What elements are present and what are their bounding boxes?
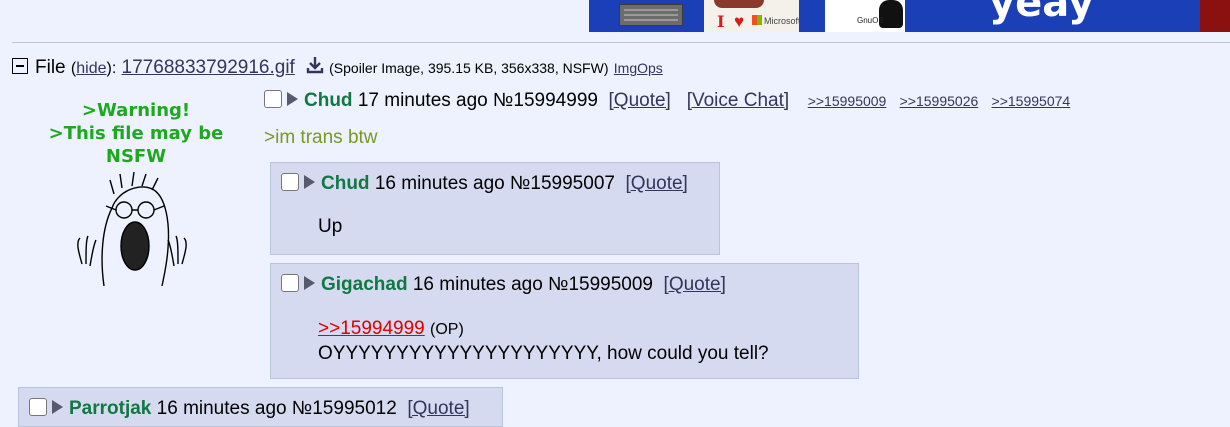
download-icon[interactable] <box>306 56 324 80</box>
reply-post: Chud 16 minutes ago №15995007 [Quote] Up <box>270 162 720 255</box>
soyjak-image <box>77 171 187 287</box>
quote-link[interactable]: [Quote] <box>664 274 726 295</box>
voice-chat-link[interactable]: [Voice Chat] <box>687 90 789 111</box>
reply-header: Gigachad 16 minutes ago №15995009 [Quote… <box>281 273 726 296</box>
filename-link[interactable]: 17768833792916.gif <box>122 57 295 78</box>
reply-body: >>15994999 (OP) OYYYYYYYYYYYYYYYYYYYYY, … <box>318 317 769 366</box>
hide-close-paren: ): <box>106 60 117 78</box>
file-label: File <box>35 57 66 79</box>
reply-select-checkbox[interactable] <box>281 172 299 191</box>
banner-red-bar <box>1200 0 1230 32</box>
reply-header: Parrotjak 16 minutes ago №15995012 [Quot… <box>29 397 470 420</box>
imgops-link[interactable]: ImgOps <box>614 60 663 76</box>
post-number[interactable]: №15995007 <box>510 173 615 194</box>
post-menu-arrow-icon[interactable] <box>304 275 315 290</box>
spoiler-thumbnail[interactable]: >Warning! >This file may be NSFW <box>42 99 230 287</box>
post-time: 16 minutes ago <box>156 398 287 419</box>
post-number[interactable]: №15995009 <box>548 274 653 295</box>
banner-ms-text: Microsoft <box>764 16 801 26</box>
backlink[interactable]: >>15995009 <box>808 93 887 109</box>
nsfw-warning-text: >Warning! >This file may be NSFW <box>48 100 224 167</box>
op-tag: (OP) <box>430 321 464 338</box>
microsoft-logo-icon <box>752 15 762 25</box>
op-post-body: >im trans btw <box>264 127 378 148</box>
reply-select-checkbox[interactable] <box>281 273 299 292</box>
banner-big-text: yeay <box>989 0 1095 26</box>
banner-ad[interactable]: I ♥ Microsoft GnuOS yeay <box>589 0 1230 32</box>
poster-name: Chud <box>304 90 353 111</box>
reply-body: Up <box>318 216 343 237</box>
banner-os-text: GnuOS <box>857 16 884 25</box>
quotelink[interactable]: >>15994999 <box>318 318 425 339</box>
hide-link[interactable]: hide <box>76 60 106 77</box>
reply-header: Chud 16 minutes ago №15995007 [Quote] <box>281 172 688 195</box>
keyboard-image <box>619 4 683 26</box>
post-menu-arrow-icon[interactable] <box>304 174 315 189</box>
poster-name: Parrotjak <box>69 398 152 419</box>
face-image <box>714 0 764 8</box>
poster-name: Gigachad <box>321 274 408 295</box>
post-time: 16 minutes ago <box>412 274 543 295</box>
quote-link[interactable]: [Quote] <box>609 90 671 111</box>
op-select-checkbox[interactable] <box>264 89 282 108</box>
file-info: File (hide): 17768833792916.gif (Spoiler… <box>12 56 663 80</box>
collapse-toggle-icon[interactable] <box>12 58 28 74</box>
reply-post: Gigachad 16 minutes ago №15995009 [Quote… <box>270 263 859 379</box>
file-meta: (Spoiler Image, 395.15 KB, 356x338, NSFW… <box>329 60 609 77</box>
reply-select-checkbox[interactable] <box>29 397 47 416</box>
post-time: 17 minutes ago <box>357 90 488 111</box>
quote-link[interactable]: [Quote] <box>407 398 469 419</box>
backlink[interactable]: >>15995026 <box>900 93 979 109</box>
post-menu-arrow-icon[interactable] <box>52 399 63 414</box>
poster-name: Chud <box>321 173 370 194</box>
post-menu-arrow-icon[interactable] <box>287 91 298 106</box>
banner-i-text: I <box>717 12 725 31</box>
op-post-header: Chud 17 minutes ago №15994999 [Quote] [V… <box>264 89 1071 112</box>
post-number[interactable]: №15994999 <box>493 90 598 111</box>
post-number[interactable]: №15995012 <box>292 398 397 419</box>
post-time: 16 minutes ago <box>374 173 505 194</box>
quote-link[interactable]: [Quote] <box>626 173 688 194</box>
heart-icon: ♥ <box>734 12 745 31</box>
reply-text: OYYYYYYYYYYYYYYYYYYYYY, how could you te… <box>318 343 769 364</box>
separator <box>12 42 1230 43</box>
reply-post: Parrotjak 16 minutes ago №15995012 [Quot… <box>18 387 503 427</box>
backlink[interactable]: >>15995074 <box>992 93 1071 109</box>
